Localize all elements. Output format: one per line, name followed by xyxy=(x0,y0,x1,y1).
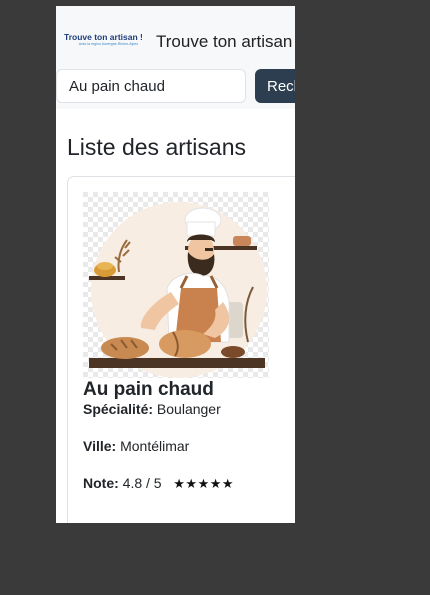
star-rating-icon: ★★★★★ xyxy=(173,476,235,491)
baker-illustration-icon xyxy=(83,192,269,378)
specialty-label: Spécialité: xyxy=(83,401,154,417)
artisan-card[interactable]: Au pain chaud Spécialité: Boulanger Vill… xyxy=(67,176,295,523)
artisan-name[interactable]: Au pain chaud xyxy=(83,379,214,401)
search-button[interactable]: Rechercher xyxy=(255,69,295,103)
rating-label: Note: xyxy=(83,475,119,491)
specialty-value: Boulanger xyxy=(156,401,221,417)
city-label: Ville: xyxy=(83,438,117,454)
site-title[interactable]: Trouve ton artisan xyxy=(156,32,292,52)
logo-text: Trouve ton artisan ! xyxy=(64,32,142,42)
browser-viewport: Trouve ton artisan ! Avec la région Auve… xyxy=(56,6,295,523)
rating-value: 4.8 / 5 xyxy=(122,475,162,491)
site-logo[interactable]: Trouve ton artisan ! Avec la région Auve… xyxy=(64,32,142,52)
artisan-rating: Note: 4.8 / 5 ★★★★★ xyxy=(83,475,234,492)
navbar: Trouve ton artisan ! Avec la région Auve… xyxy=(56,6,295,109)
city-value: Montélimar xyxy=(120,438,190,454)
search-input[interactable] xyxy=(56,69,246,103)
artisan-city: Ville: Montélimar xyxy=(83,438,189,454)
page-title: Liste des artisans xyxy=(67,134,246,160)
artisan-specialty: Spécialité: Boulanger xyxy=(83,401,221,417)
logo-subtext: Avec la région Auvergne-Rhône-Alpes xyxy=(78,42,138,46)
